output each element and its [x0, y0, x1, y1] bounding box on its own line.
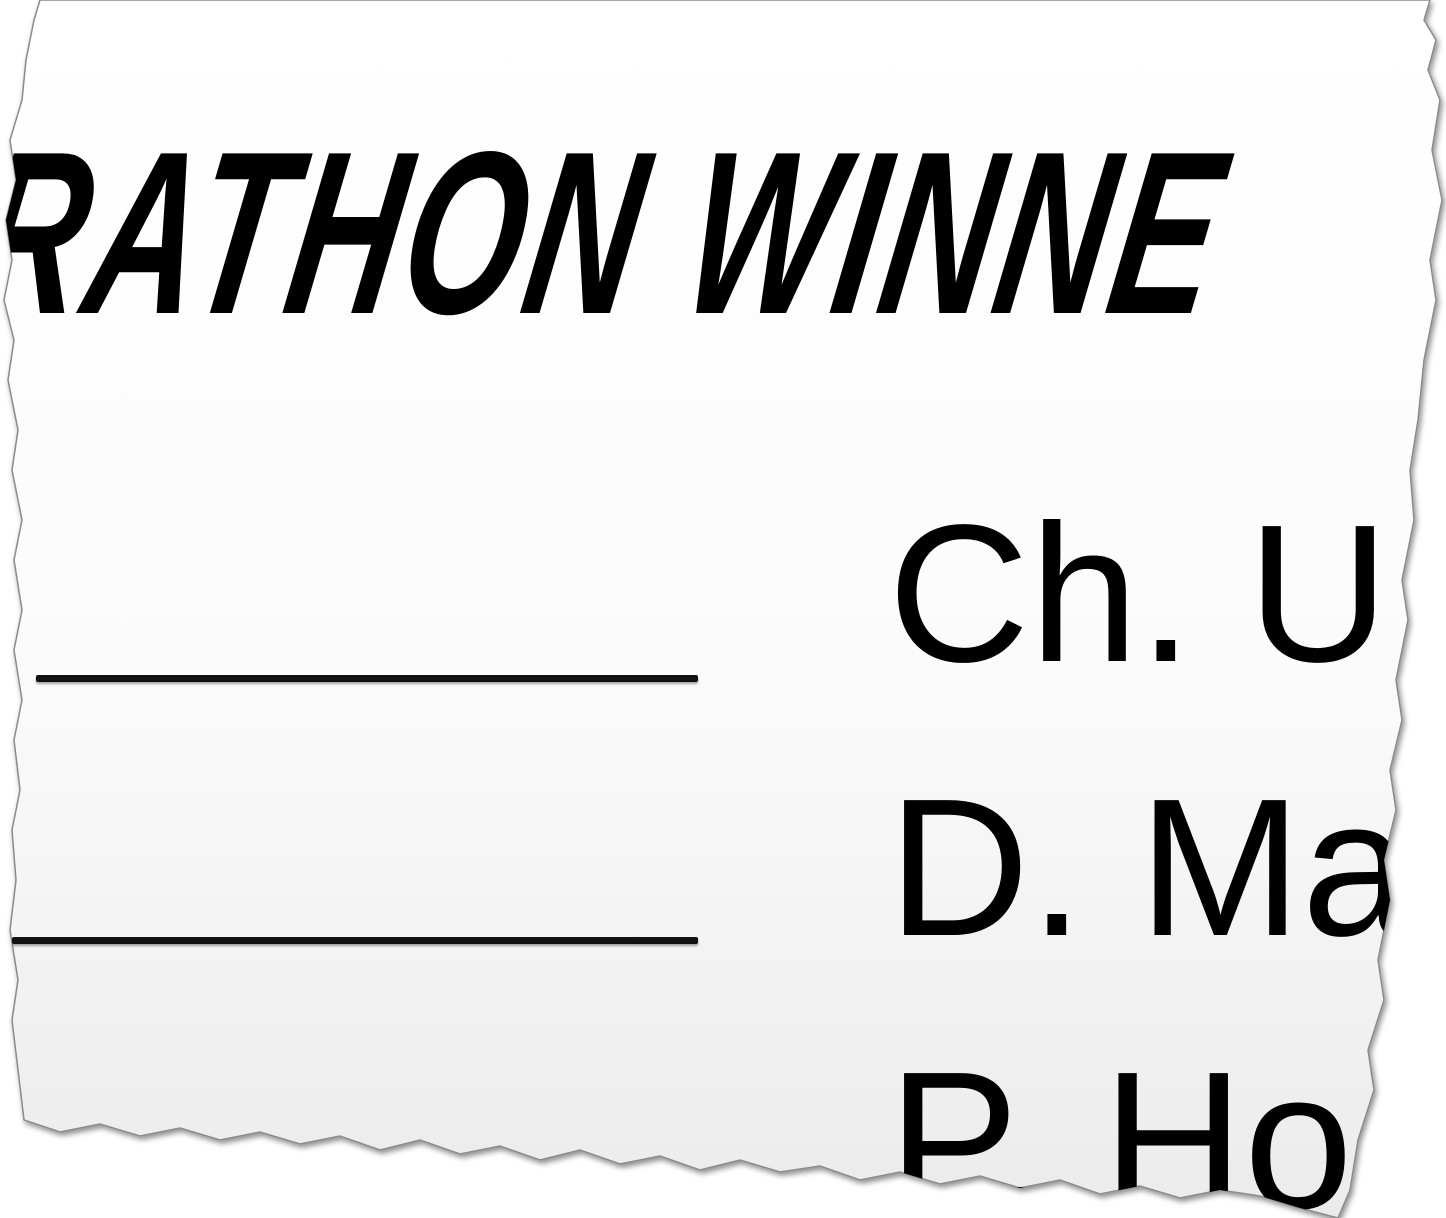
answer-blank-line	[12, 937, 698, 944]
winner-name: Ch. U	[888, 484, 1390, 703]
winner-name: D. Ma	[888, 758, 1411, 977]
headline: ARATHON WINNE	[0, 104, 1243, 363]
answer-blank-line	[36, 675, 698, 682]
scrap-content: ARATHON WINNE Ch. U D. Ma P. Ho	[0, 0, 1446, 1218]
